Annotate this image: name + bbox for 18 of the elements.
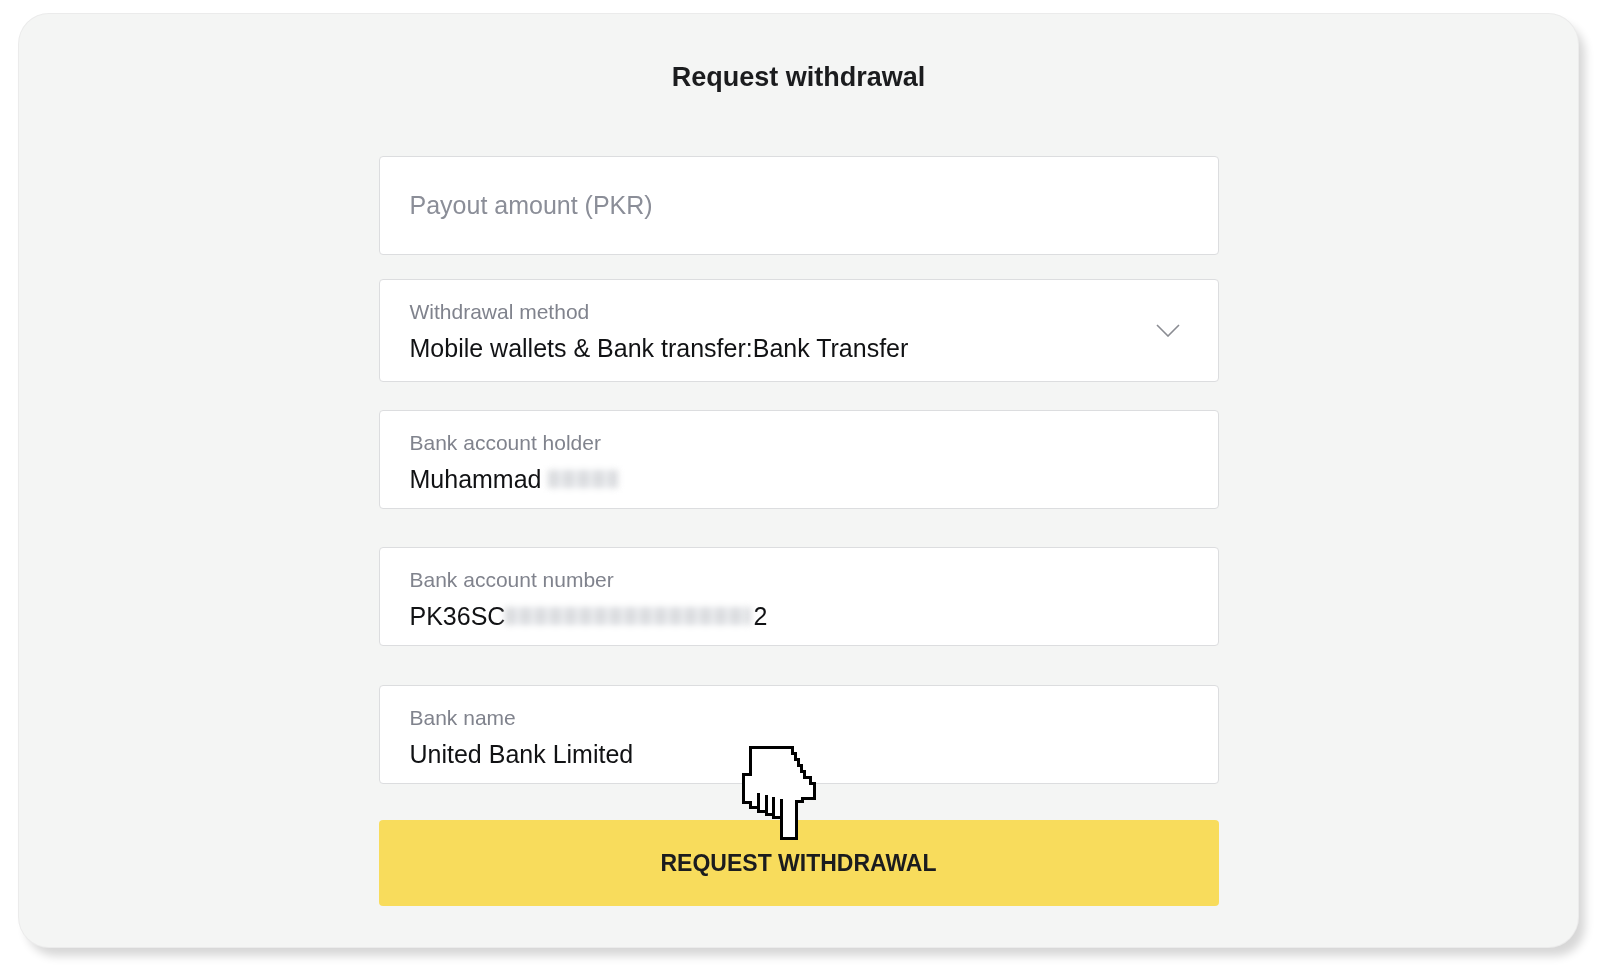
field-value: United Bank Limited (409, 739, 634, 769)
request-withdrawal-button[interactable]: REQUEST WITHDRAWAL (378, 820, 1219, 906)
field-value: PK36SC (409, 601, 506, 631)
amount-input-field[interactable]: Payout amount (PKR) (378, 156, 1219, 255)
text-field[interactable]: Bank name United Bank Limited (378, 685, 1219, 784)
field-label: Bank name (409, 706, 516, 730)
text-field[interactable]: Bank account number PK36SC 2 (378, 547, 1219, 646)
field-label: Bank account number (409, 568, 614, 592)
field-value: Muhammad (409, 464, 542, 494)
field-label: Bank account holder (409, 431, 601, 455)
page-title: Request withdrawal (671, 61, 926, 94)
field-label: Withdrawal method (409, 300, 590, 324)
field-value: Mobile wallets & Bank transfer:Bank Transfer (409, 333, 909, 363)
text-field[interactable]: Bank account holder Muhammad (378, 410, 1219, 509)
dropdown-field[interactable]: Withdrawal method Mobile wallets & Bank transfer:Bank Transfer (378, 279, 1219, 382)
chevron-down-icon[interactable] (1155, 324, 1180, 337)
pointing-hand-cursor-icon (740, 745, 816, 841)
field-value: 2 (753, 601, 768, 631)
